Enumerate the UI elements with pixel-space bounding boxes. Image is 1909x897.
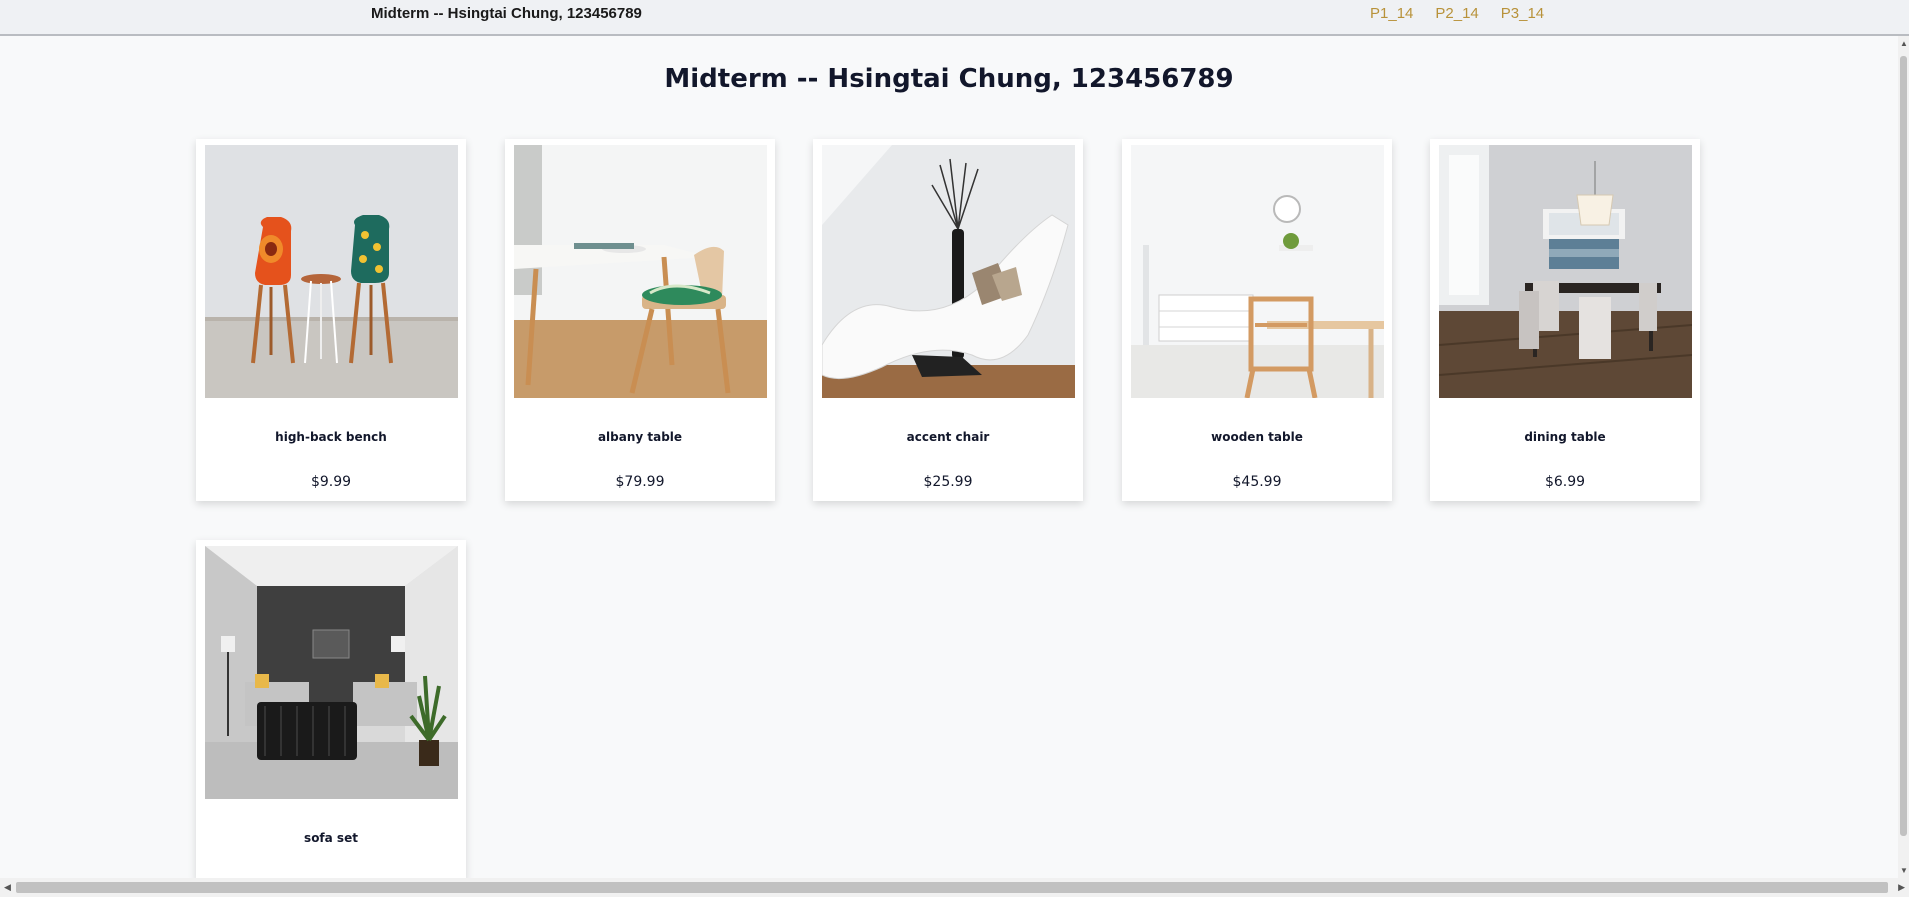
product-image[interactable] — [205, 546, 458, 799]
product-image[interactable] — [822, 145, 1075, 398]
product-name: accent chair — [906, 430, 990, 444]
product-name: albany table — [597, 430, 683, 444]
product-card[interactable]: accent chair $25.99 — [813, 139, 1083, 501]
nav-link-p3[interactable]: P3_14 — [1501, 5, 1544, 22]
nav-link-p2[interactable]: P2_14 — [1435, 5, 1478, 22]
vertical-scroll-thumb[interactable] — [1900, 56, 1907, 836]
scroll-left-icon[interactable]: ◀ — [4, 882, 11, 893]
top-navbar: Midterm -- Hsingtai Chung, 123456789 P1_… — [0, 0, 1909, 36]
horizontal-scroll-thumb[interactable] — [16, 882, 1888, 893]
product-image[interactable] — [1131, 145, 1384, 398]
product-price: $25.99 — [923, 474, 973, 490]
product-name: wooden table — [1211, 430, 1303, 444]
page-title: Midterm -- Hsingtai Chung, 123456789 — [664, 64, 1234, 94]
scroll-right-icon[interactable]: ▶ — [1898, 882, 1905, 893]
product-price: $45.99 — [1232, 474, 1282, 490]
horizontal-scrollbar[interactable]: ◀ ▶ — [0, 878, 1909, 897]
product-image[interactable] — [1439, 145, 1692, 398]
product-price: $79.99 — [615, 474, 665, 490]
product-card[interactable]: high-back bench $9.99 — [196, 139, 466, 501]
product-name: dining table — [1524, 430, 1606, 444]
scroll-up-icon[interactable]: ▲ — [1900, 39, 1908, 48]
navbar-brand[interactable]: Midterm -- Hsingtai Chung, 123456789 — [371, 5, 642, 22]
product-image[interactable] — [514, 145, 767, 398]
product-price: $9.99 — [310, 474, 352, 490]
scroll-down-icon[interactable]: ▼ — [1900, 866, 1908, 875]
product-card[interactable]: sofa set — [196, 540, 466, 880]
product-name: high-back bench — [275, 430, 387, 444]
navbar-links: P1_14 P2_14 P3_14 — [1370, 5, 1544, 22]
product-card[interactable]: wooden table $45.99 — [1122, 139, 1392, 501]
product-card[interactable]: dining table $6.99 — [1430, 139, 1700, 501]
product-card[interactable]: albany table $79.99 — [505, 139, 775, 501]
product-name: sofa set — [304, 831, 358, 845]
nav-link-p1[interactable]: P1_14 — [1370, 5, 1413, 22]
vertical-scrollbar[interactable]: ▲ ▼ — [1898, 36, 1909, 878]
product-price: $6.99 — [1544, 474, 1586, 490]
product-image[interactable] — [205, 145, 458, 398]
